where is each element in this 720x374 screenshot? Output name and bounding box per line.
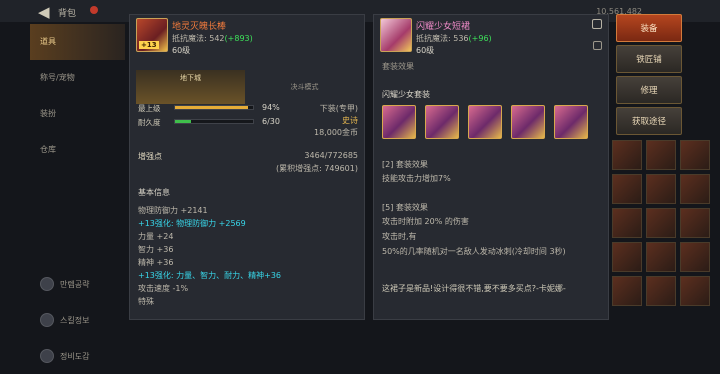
item-thumbnail bbox=[380, 18, 412, 52]
inventory-slot[interactable] bbox=[612, 242, 642, 272]
inventory-slot[interactable] bbox=[680, 242, 710, 272]
basic-info-line: 智力 +36 bbox=[138, 245, 174, 254]
nav-guide[interactable]: 만렙공략 bbox=[30, 266, 125, 302]
inventory-slot[interactable] bbox=[646, 140, 676, 170]
basic-info-line: 攻击速度 -1% bbox=[138, 284, 189, 293]
set-item-1-icon[interactable] bbox=[382, 105, 416, 139]
basic-info-title: 基本信息 bbox=[138, 188, 170, 197]
skill-icon bbox=[40, 313, 54, 327]
inventory-slot[interactable] bbox=[612, 276, 642, 306]
upgrade-value: 94% bbox=[262, 103, 280, 112]
inventory-slot[interactable] bbox=[646, 276, 676, 306]
growth-label: 增强点 bbox=[138, 152, 162, 161]
compare-icon[interactable] bbox=[592, 19, 602, 29]
inventory-nav: 道具 称号/宠物 装扮 仓库 만렙공략 스킬정보 정비도감 bbox=[30, 24, 125, 363]
inventory-slot[interactable] bbox=[680, 276, 710, 306]
flavor-text: 这裙子是新品!设计得很不错,要不要多买点?-卡妮娜- bbox=[382, 284, 566, 293]
upgrade-label: 最上级 bbox=[138, 104, 161, 113]
stat-label: 抵抗魔法: bbox=[172, 34, 207, 43]
basic-info-line: 特殊 bbox=[138, 297, 154, 306]
item-type: 下装(专甲) bbox=[319, 104, 358, 113]
basic-info-line: 力量 +24 bbox=[138, 232, 174, 241]
durability-value: 6/30 bbox=[262, 117, 280, 126]
nav-item-storage[interactable]: 仓库 bbox=[30, 132, 125, 168]
basic-info-line: 物理防御力 +2141 bbox=[138, 206, 208, 215]
nav-codex-label: 정비도감 bbox=[60, 351, 90, 361]
item-name: 闪耀少女短裙 bbox=[416, 22, 471, 32]
set-5-line-2: 攻击时,有 bbox=[382, 232, 417, 241]
enhance-badge: +13 bbox=[139, 41, 159, 49]
equip-button[interactable]: 装备 bbox=[616, 14, 682, 42]
item-magic-resist: 抵抗魔法: 542(+893) bbox=[172, 33, 253, 44]
inventory-grid bbox=[612, 140, 720, 324]
stat-bonus: (+96) bbox=[468, 34, 492, 43]
item-thumbnail: +13 bbox=[136, 18, 168, 52]
inventory-slot[interactable] bbox=[612, 174, 642, 204]
mode-tabs: 地下城 决斗模式 bbox=[136, 70, 358, 104]
durability-bar-fill bbox=[175, 120, 191, 123]
growth-value: 3464/772685 bbox=[304, 151, 358, 160]
stat-value: 542 bbox=[209, 34, 225, 43]
inventory-slot[interactable] bbox=[612, 208, 642, 238]
blacksmith-button[interactable]: 铁匠铺 bbox=[616, 45, 682, 73]
nav-item-items[interactable]: 道具 bbox=[30, 24, 125, 60]
item-tooltip-right: 闪耀少女短裙 抵抗魔法: 536(+96) 60级 套装效果 闪耀少女套装 [2… bbox=[373, 14, 609, 320]
item-level: 60级 bbox=[172, 46, 191, 55]
set-5-line-3: 50%的几率随机对一名敌人发动冰刺(冷却时间 3秒) bbox=[382, 247, 566, 256]
inventory-slot[interactable] bbox=[680, 208, 710, 238]
item-level: 60级 bbox=[416, 46, 435, 55]
inventory-slot[interactable] bbox=[646, 242, 676, 272]
item-tooltip-left: +13 地灵灭魄长棒 抵抗魔法: 542(+893) 60级 地下城 决斗模式 … bbox=[129, 14, 365, 320]
set-2-title: [2] 套装效果 bbox=[382, 160, 428, 169]
set-item-2-icon[interactable] bbox=[425, 105, 459, 139]
lock-icon[interactable] bbox=[593, 41, 602, 50]
inventory-slot[interactable] bbox=[680, 140, 710, 170]
durability-label: 耐久度 bbox=[138, 118, 161, 127]
tab-duel[interactable]: 决斗模式 bbox=[251, 70, 358, 104]
stat-value: 536 bbox=[453, 34, 469, 43]
basic-info-line: 精神 +36 bbox=[138, 258, 174, 267]
codex-icon bbox=[40, 349, 54, 363]
item-name: 地灵灭魄长棒 bbox=[172, 22, 227, 32]
durability-bar bbox=[174, 119, 254, 124]
basic-info-line: +13强化: 力量、智力、耐力、精神+36 bbox=[138, 271, 282, 280]
nav-codex[interactable]: 정비도감 bbox=[30, 338, 125, 374]
set-5-title: [5] 套装效果 bbox=[382, 203, 428, 212]
inventory-slot[interactable] bbox=[612, 140, 642, 170]
nav-guide-label: 만렙공략 bbox=[60, 279, 90, 289]
item-grade: 史诗 bbox=[342, 116, 358, 125]
nav-item-titles-pets[interactable]: 称号/宠物 bbox=[30, 60, 125, 96]
item-price: 18,000金币 bbox=[314, 128, 358, 137]
set-name: 闪耀少女套装 bbox=[382, 90, 430, 99]
set-2-text: 技能攻击力增加7% bbox=[382, 174, 451, 183]
inventory-slot[interactable] bbox=[646, 174, 676, 204]
set-5-line-1: 攻击时附加 20% 的伤害 bbox=[382, 217, 469, 226]
upgrade-bar bbox=[174, 105, 254, 110]
guide-icon bbox=[40, 277, 54, 291]
set-item-4-icon[interactable] bbox=[511, 105, 545, 139]
nav-skill-info[interactable]: 스킬정보 bbox=[30, 302, 125, 338]
scroll-cut-title: 套装效果 bbox=[382, 62, 414, 71]
repair-button[interactable]: 修理 bbox=[616, 76, 682, 104]
growth-total: (累积增强点: 749601) bbox=[275, 164, 358, 173]
item-magic-resist: 抵抗魔法: 536(+96) bbox=[416, 33, 492, 44]
inventory-slot[interactable] bbox=[646, 208, 676, 238]
stat-bonus: (+893) bbox=[224, 34, 253, 43]
set-item-3-icon[interactable] bbox=[468, 105, 502, 139]
back-label[interactable]: 背包 bbox=[58, 6, 76, 19]
get-path-button[interactable]: 获取途径 bbox=[616, 107, 682, 135]
nav-item-avatar[interactable]: 装扮 bbox=[30, 96, 125, 132]
inventory-slot[interactable] bbox=[680, 174, 710, 204]
tab-dungeon[interactable]: 地下城 bbox=[136, 70, 245, 104]
set-item-5-icon[interactable] bbox=[554, 105, 588, 139]
basic-info-line: +13强化: 物理防御力 +2569 bbox=[138, 219, 246, 228]
notification-dot bbox=[90, 6, 98, 14]
back-arrow-icon[interactable]: ◀ bbox=[38, 3, 50, 21]
stat-label: 抵抗魔法: bbox=[416, 34, 451, 43]
upgrade-bar-fill bbox=[175, 106, 249, 109]
